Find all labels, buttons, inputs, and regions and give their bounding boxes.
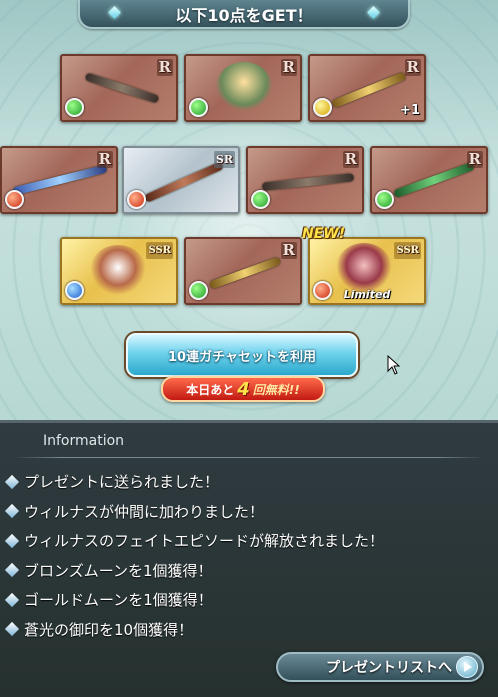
- reward-item-card[interactable]: R: [60, 54, 178, 122]
- use-10-draw-set-button[interactable]: 10連ガチャセットを利用: [126, 333, 358, 377]
- reward-item-card[interactable]: R: [184, 237, 302, 305]
- free-draws-suffix: 回無料!!: [252, 382, 300, 397]
- spear-icon: [261, 173, 355, 191]
- new-badge: NEW!: [302, 226, 346, 242]
- diamond-bullet-icon: [4, 533, 20, 548]
- bow-icon: [12, 164, 108, 196]
- present-list-label: プレゼントリストへ: [326, 660, 452, 676]
- reward-item-card[interactable]: R: [370, 146, 488, 214]
- staff-icon: [331, 71, 407, 109]
- list-item: 蒼光の御印を10個獲得！: [4, 615, 384, 645]
- reward-area: 以下10点をGET！ R R R +1 R SR R R SSR R SSR L…: [0, 0, 498, 420]
- wind-element-icon: [189, 98, 208, 117]
- divider: [14, 457, 484, 458]
- reward-item-card[interactable]: SSR Limited: [308, 237, 426, 305]
- information-panel: Information プレゼントに送られました！ ウィルナスが仲間に加わりまし…: [0, 420, 498, 697]
- diamond-icon: [108, 6, 121, 19]
- diamond-icon: [367, 6, 380, 19]
- rarity-badge: R: [156, 58, 173, 76]
- list-item: ウィルナスが仲間に加わりました！: [4, 497, 384, 527]
- information-message: 蒼光の御印を10個獲得！: [24, 620, 194, 639]
- rarity-badge: R: [404, 58, 421, 76]
- wind-element-icon: [375, 190, 394, 209]
- list-item: ブロンズムーンを1個獲得！: [4, 556, 384, 586]
- reward-item-card[interactable]: SSR: [60, 237, 178, 305]
- free-draws-prefix: 本日あと: [186, 382, 235, 397]
- information-list: プレゼントに送られました！ ウィルナスが仲間に加わりました！ ウィルナスのフェイ…: [4, 467, 384, 644]
- gacha-button-label: 10連ガチャセットを利用: [168, 349, 316, 365]
- summon-figure-icon: [336, 243, 392, 293]
- trident-icon: [393, 161, 475, 199]
- rarity-badge: R: [280, 241, 297, 259]
- list-item: ウィルナスのフェイトエピソードが解放されました！: [4, 526, 384, 556]
- list-item: プレゼントに送られました！: [4, 467, 384, 497]
- title-banner: 以下10点をGET！: [78, 0, 410, 29]
- free-draws-count: 4: [237, 378, 250, 400]
- information-header: Information: [43, 433, 125, 449]
- reward-item-card[interactable]: R: [184, 54, 302, 122]
- summon-figure-icon: [216, 62, 272, 112]
- information-message: プレゼントに送られました！: [24, 473, 220, 492]
- rarity-badge: R: [280, 58, 297, 76]
- wind-element-icon: [251, 190, 270, 209]
- rarity-badge: R: [466, 150, 483, 168]
- rarity-badge: R: [96, 150, 113, 168]
- fire-element-icon: [127, 190, 146, 209]
- gacha-result-screen: 以下10点をGET！ R R R +1 R SR R R SSR R SSR L…: [0, 0, 498, 697]
- information-message: ブロンズムーンを1個獲得！: [24, 561, 213, 580]
- diamond-bullet-icon: [4, 504, 20, 519]
- rarity-badge: SSR: [394, 242, 421, 259]
- present-list-button[interactable]: プレゼントリストへ: [276, 652, 484, 682]
- reward-item-card[interactable]: R +1: [308, 54, 426, 122]
- water-element-icon: [65, 281, 84, 300]
- light-element-icon: [313, 98, 332, 117]
- diamond-bullet-icon: [4, 474, 20, 489]
- character-figure-icon: [90, 245, 146, 295]
- diamond-bullet-icon: [4, 563, 20, 578]
- rarity-badge: SR: [213, 151, 235, 168]
- reward-item-card[interactable]: R: [0, 146, 118, 214]
- diamond-bullet-icon: [4, 622, 20, 637]
- wind-element-icon: [189, 281, 208, 300]
- diamond-bullet-icon: [4, 592, 20, 607]
- reward-item-card[interactable]: R: [246, 146, 364, 214]
- banner-title: 以下10点をGET！: [175, 5, 313, 25]
- rarity-badge: SSR: [146, 242, 173, 259]
- dagger-icon: [208, 256, 282, 290]
- limited-label: Limited: [343, 288, 391, 301]
- reward-item-card[interactable]: SR: [122, 146, 240, 214]
- information-message: ウィルナスが仲間に加わりました！: [24, 502, 265, 521]
- item-count: +1: [400, 103, 420, 118]
- fire-element-icon: [5, 190, 24, 209]
- wind-element-icon: [65, 98, 84, 117]
- mouse-pointer-icon: [387, 355, 401, 375]
- list-item: ゴールドムーンを1個獲得！: [4, 585, 384, 615]
- gun-icon: [84, 72, 160, 104]
- play-arrow-icon: [456, 656, 478, 678]
- gun-icon: [144, 161, 224, 203]
- free-draws-badge: 本日あと 4 回無料!!: [161, 376, 325, 402]
- information-message: ゴールドムーンを1個獲得！: [24, 591, 213, 610]
- rarity-badge: R: [342, 150, 359, 168]
- information-message: ウィルナスのフェイトエピソードが解放されました！: [24, 532, 385, 551]
